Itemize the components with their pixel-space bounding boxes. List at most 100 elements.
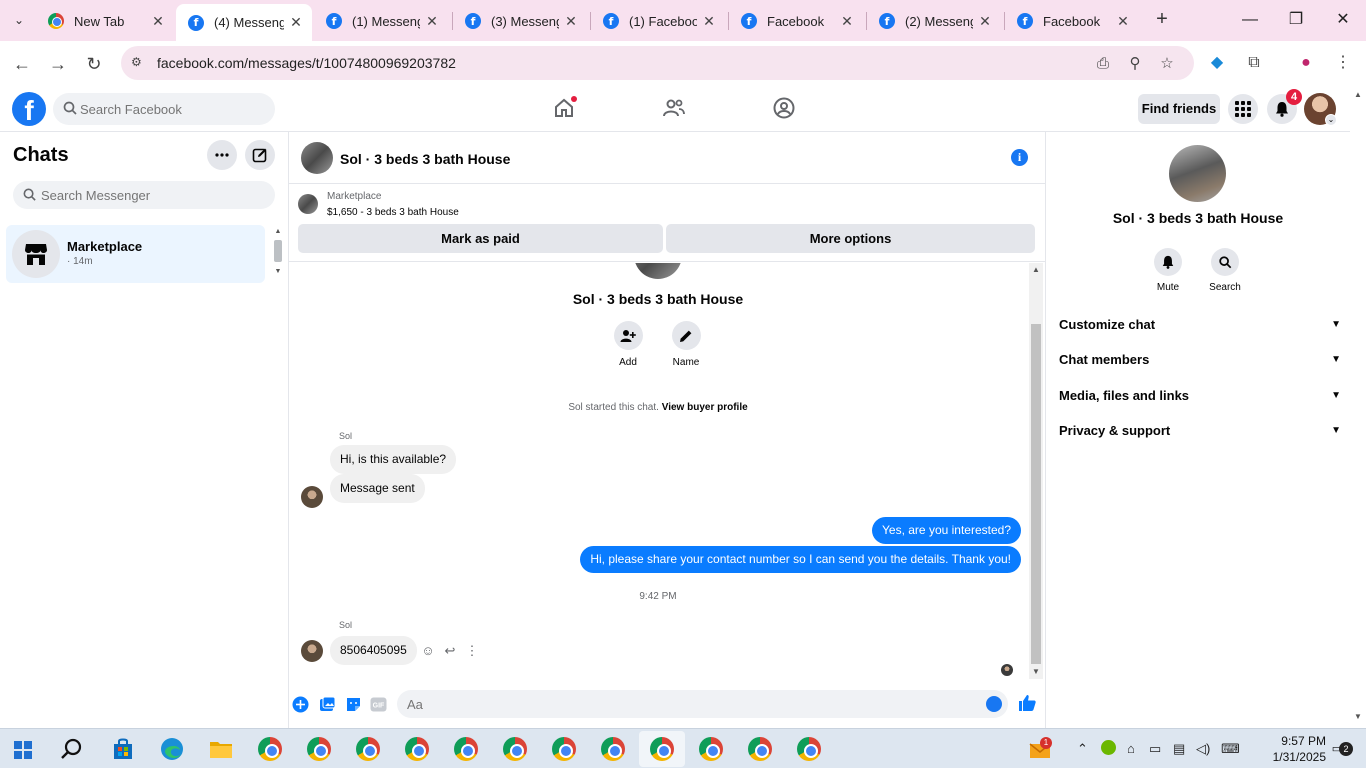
chat-members-section[interactable]: Chat members ▼ [1059, 348, 1341, 372]
camera-icon[interactable]: ⌂ [1127, 741, 1135, 756]
address-bar[interactable]: ⚙ facebook.com/messages/t/10074800969203… [121, 46, 1194, 80]
extension-cube-icon[interactable]: ◆ [1205, 51, 1229, 75]
zoom-icon[interactable]: ⚲ [1125, 54, 1145, 74]
friends-icon[interactable] [662, 96, 686, 120]
chrome-app-icon[interactable] [453, 736, 479, 762]
edit-name-action[interactable]: Name [656, 321, 716, 368]
restore-button[interactable]: ❐ [1282, 8, 1310, 32]
reply-icon[interactable]: ↩ [442, 643, 458, 659]
new-tab-button[interactable]: + [1150, 8, 1174, 32]
outgoing-message[interactable]: Hi, please share your contact number so … [580, 546, 1021, 573]
tab-new-tab[interactable]: New Tab ✕ [36, 6, 174, 36]
scroll-down-arrow-icon[interactable]: ▼ [1350, 712, 1366, 721]
listing-description[interactable]: $1,650 - 3 beds 3 bath House [327, 207, 459, 218]
view-buyer-profile-link[interactable]: View buyer profile [662, 402, 748, 413]
tab-messenger-2[interactable]: f (1) Messenger ✕ [314, 6, 448, 36]
chevron-down-icon[interactable]: ⌄ [1325, 114, 1337, 126]
chrome-app-icon-active[interactable] [639, 731, 685, 767]
scroll-down-arrow-icon[interactable]: ▼ [272, 268, 284, 275]
chrome-app-icon[interactable] [698, 736, 724, 762]
new-message-button[interactable] [245, 140, 275, 170]
more-options-button[interactable]: More options [666, 224, 1035, 253]
attach-photo-icon[interactable] [319, 696, 336, 713]
install-app-icon[interactable]: ⎙ [1093, 54, 1113, 74]
conversation-avatar[interactable] [301, 142, 333, 174]
scroll-up-arrow-icon[interactable]: ▲ [1350, 90, 1366, 99]
incoming-message[interactable]: Hi, is this available? [330, 445, 457, 474]
volume-icon[interactable]: ◁) [1196, 741, 1210, 757]
gif-icon[interactable]: GIF [370, 696, 387, 713]
chat-list-item[interactable]: Marketplace · 14m [6, 225, 265, 283]
sticker-icon[interactable] [345, 696, 362, 713]
show-hidden-icons-chevron-icon[interactable]: ⌃ [1077, 741, 1088, 757]
close-icon[interactable]: ✕ [150, 13, 166, 30]
tab-search-chevron-icon[interactable]: ⌄ [6, 8, 32, 32]
back-button[interactable]: ← [9, 51, 35, 77]
chrome-app-icon[interactable] [796, 736, 822, 762]
emoji-icon[interactable] [986, 696, 1002, 712]
chrome-app-icon[interactable] [551, 736, 577, 762]
tab-facebook-3[interactable]: f Facebook ✕ [1005, 6, 1139, 36]
chrome-app-icon[interactable] [257, 736, 283, 762]
sidebar-scrollbar[interactable]: ▲ ▼ [272, 228, 284, 280]
chrome-app-icon[interactable] [502, 736, 528, 762]
like-thumbs-up-icon[interactable] [1017, 693, 1037, 713]
chat-options-button[interactable] [207, 140, 237, 170]
add-people-action[interactable]: Add [598, 321, 658, 368]
edge-icon[interactable] [159, 736, 185, 762]
close-window-button[interactable]: ✕ [1329, 8, 1357, 32]
search-messenger-input[interactable] [41, 181, 266, 209]
network-icon[interactable]: ▤ [1173, 741, 1185, 757]
tab-facebook-1[interactable]: f (1) Facebook ✕ [591, 6, 725, 36]
tab-messenger-4[interactable]: f (2) Messenger ✕ [867, 6, 1001, 36]
tab-messenger-active[interactable]: f (4) Messenger ✕ [176, 4, 312, 41]
chat-details-avatar[interactable] [1169, 145, 1226, 202]
scroll-up-arrow-icon[interactable]: ▲ [272, 228, 284, 235]
scroll-down-arrow-icon[interactable]: ▼ [1029, 667, 1043, 676]
more-actions-plus-icon[interactable] [292, 696, 309, 713]
scroll-up-arrow-icon[interactable]: ▲ [1029, 265, 1043, 274]
thread-scrollbar[interactable]: ▲ ▼ [1029, 263, 1043, 679]
more-vertical-icon[interactable]: ⋮ [464, 643, 480, 659]
mark-as-paid-button[interactable]: Mark as paid [298, 224, 663, 253]
tab-facebook-2[interactable]: f Facebook ✕ [729, 6, 863, 36]
url-text[interactable]: facebook.com/messages/t/1007480096920378… [157, 55, 456, 71]
info-icon[interactable]: i [1011, 149, 1028, 166]
page-scrollbar[interactable]: ▲ ▼ [1350, 86, 1366, 728]
chrome-app-icon[interactable] [404, 736, 430, 762]
close-icon[interactable]: ✕ [701, 13, 717, 30]
battery-icon[interactable]: ▭ [1149, 741, 1161, 757]
close-icon[interactable]: ✕ [563, 13, 579, 30]
facebook-logo-icon[interactable]: f [12, 92, 46, 126]
privacy-support-section[interactable]: Privacy & support ▼ [1059, 419, 1341, 443]
tab-messenger-3[interactable]: f (3) Messenger ✕ [453, 6, 587, 36]
browser-menu-icon[interactable]: ⋮ [1331, 51, 1355, 75]
keyboard-icon[interactable]: ⌨ [1221, 741, 1240, 757]
conversation-title[interactable]: Sol · 3 beds 3 bath House [340, 151, 510, 167]
message-input-box[interactable] [397, 690, 1008, 718]
taskbar-clock[interactable]: 9:57 PM 1/31/2025 [1256, 733, 1326, 765]
find-friends-button[interactable]: Find friends [1138, 94, 1220, 124]
media-files-links-section[interactable]: Media, files and links ▼ [1059, 384, 1341, 408]
groups-icon[interactable] [772, 96, 796, 120]
close-icon[interactable]: ✕ [424, 13, 440, 30]
facebook-search[interactable] [53, 93, 275, 125]
scroll-thumb[interactable] [1031, 324, 1041, 664]
close-icon[interactable]: ✕ [839, 13, 855, 30]
sender-avatar[interactable] [301, 486, 323, 508]
chrome-app-icon[interactable] [355, 736, 381, 762]
minimize-button[interactable]: — [1236, 8, 1264, 32]
forward-button[interactable]: → [45, 51, 71, 77]
profile-icon[interactable]: ● [1294, 51, 1318, 75]
site-info-icon[interactable]: ⚙ [131, 55, 147, 71]
reload-button[interactable]: ↻ [81, 51, 107, 77]
chrome-app-icon[interactable] [600, 736, 626, 762]
tray-app-icon[interactable] [1101, 740, 1116, 755]
scroll-thumb[interactable] [274, 240, 282, 262]
outgoing-message[interactable]: Yes, are you interested? [872, 517, 1021, 544]
bookmark-star-icon[interactable]: ☆ [1157, 54, 1177, 74]
chrome-app-icon[interactable] [747, 736, 773, 762]
mute-action[interactable]: Mute [1138, 248, 1198, 293]
incoming-message[interactable]: Message sent [330, 474, 425, 503]
message-input[interactable] [407, 690, 977, 718]
